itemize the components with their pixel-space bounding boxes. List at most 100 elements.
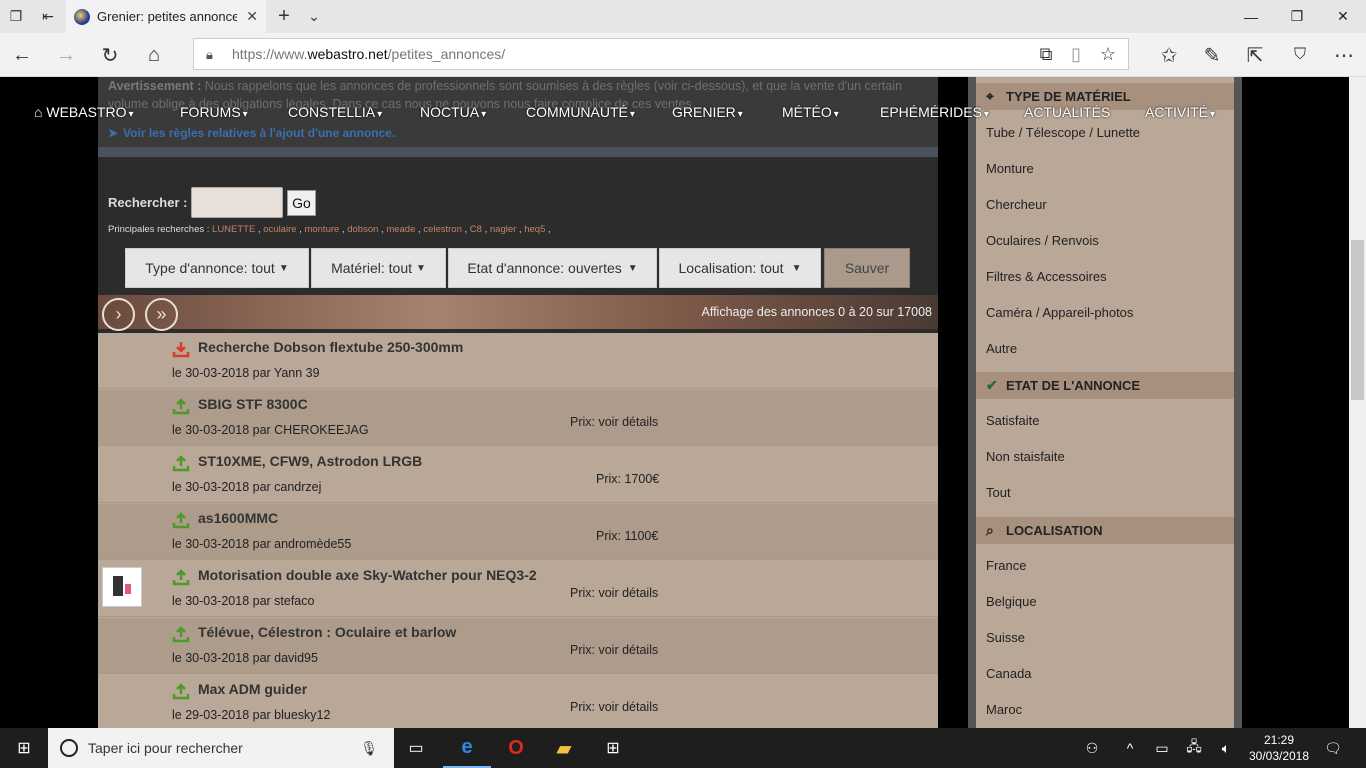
refresh-icon[interactable]: ↻ [88, 33, 132, 77]
listing-title[interactable]: Recherche Dobson flextube 250-300mm [198, 339, 463, 355]
materiel-filter-dropdown[interactable]: Matériel: tout ▼ [311, 248, 446, 288]
tab-manager-icon[interactable]: ❐ [0, 0, 32, 33]
etat-filter-dropdown[interactable]: Etat d'annonce: ouvertes ▼ [448, 248, 657, 288]
people-icon[interactable]: ⚇ [1080, 728, 1104, 768]
popular-search-link[interactable]: monture [304, 224, 339, 235]
windows-start-icon[interactable]: ⊞ [0, 728, 48, 768]
type-filter-item[interactable]: Filtres & Accessoires [986, 269, 1107, 284]
network-icon[interactable]: 🖧︎ [1182, 728, 1206, 768]
close-tab-icon[interactable]: ✕ [246, 8, 258, 25]
nav-item-3[interactable]: NOCTUA ▾ [420, 104, 486, 120]
taskbar-search[interactable]: Taper ici pour rechercher 🎙︎ [48, 728, 394, 768]
popular-search-link[interactable]: dobson [347, 224, 378, 235]
listing-thumbnail[interactable] [102, 567, 142, 607]
favorite-star-icon[interactable]: ☆ [1092, 39, 1124, 69]
address-bar[interactable]: 🔒︎ https://www.webastro.net/petites_anno… [193, 38, 1129, 70]
scrollbar-thumb[interactable] [1351, 240, 1364, 400]
listing-title[interactable]: as1600MMC [198, 510, 278, 526]
new-tab-icon[interactable]: + [268, 0, 300, 33]
nav-item-5[interactable]: GRENIER ▾ [672, 104, 743, 120]
nav-item-7[interactable]: EPHÉMÉRIDES ▾ [880, 104, 989, 120]
opera-icon[interactable]: O [492, 728, 540, 768]
nav-item-6[interactable]: MÉTÉO ▾ [782, 104, 839, 120]
localisation-filter-item[interactable]: Canada [986, 666, 1032, 681]
nav-item-4[interactable]: COMMUNAUTÉ ▾ [526, 104, 635, 120]
nav-item-0[interactable]: ⌂ WEBASTRO ▾ [34, 104, 134, 120]
extension-icon[interactable]: ⧉ [1030, 39, 1062, 69]
etat-filter-item[interactable]: Satisfaite [986, 413, 1039, 428]
type-filter-item[interactable]: Caméra / Appareil-photos [986, 305, 1133, 320]
system-clock[interactable]: 21:29 30/03/2018 [1248, 732, 1310, 764]
caret-down-icon: ▾ [833, 109, 839, 120]
set-tabs-aside-icon[interactable]: ⇤ [32, 0, 64, 33]
listing-title[interactable]: SBIG STF 8300C [198, 396, 308, 412]
listing-title[interactable]: ST10XME, CFW9, Astrodon LRGB [198, 453, 422, 469]
popular-search-link[interactable]: C8 [470, 224, 482, 235]
listing-row[interactable]: Motorisation double axe Sky-Watcher pour… [98, 561, 938, 617]
last-page-icon[interactable]: » [145, 298, 178, 331]
forward-icon[interactable]: → [44, 33, 88, 77]
web-note-icon[interactable]: ✎ [1190, 33, 1234, 77]
listing-row[interactable]: SBIG STF 8300C le 30-03-2018 par CHEROKEE… [98, 390, 938, 446]
listing-title[interactable]: Télévue, Célestron : Oculaire et barlow [198, 624, 456, 640]
task-view-icon[interactable]: ▭ [392, 728, 440, 768]
nav-item-2[interactable]: CONSTELLIA ▾ [288, 104, 382, 120]
edge-icon[interactable]: e [443, 728, 491, 768]
popular-search-link[interactable]: nagler [490, 224, 516, 235]
popular-search-link[interactable]: meade [386, 224, 415, 235]
browser-tab[interactable]: Grenier: petites annonce ✕ [66, 0, 266, 33]
microphone-icon[interactable]: 🎙︎ [360, 740, 378, 757]
search-input[interactable] [191, 187, 283, 218]
file-explorer-icon[interactable]: ▰ [540, 728, 588, 768]
volume-icon[interactable]: 🔈︎ [1214, 728, 1238, 768]
localisation-filter-item[interactable]: Suisse [986, 630, 1025, 645]
favorites-hub-icon[interactable]: ✩ [1147, 33, 1191, 77]
type-filter-dropdown[interactable]: Type d'annonce: tout ▼ [125, 248, 309, 288]
nav-item-8[interactable]: ACTUALITÉS [1024, 104, 1112, 120]
page-scrollbar[interactable] [1349, 77, 1366, 728]
popular-search-link[interactable]: heq5 [524, 224, 545, 235]
listing-title[interactable]: Max ADM guider [198, 681, 307, 697]
listing-title[interactable]: Motorisation double axe Sky-Watcher pour… [198, 567, 537, 583]
listing-row[interactable]: as1600MMC le 30-03-2018 par andromède55 Pr… [98, 504, 938, 560]
minimize-icon[interactable]: — [1228, 0, 1274, 33]
back-icon[interactable]: ← [0, 33, 44, 77]
popular-search-link[interactable]: oculaire [263, 224, 296, 235]
home-icon[interactable]: ⌂ [132, 33, 176, 77]
type-filter-item[interactable]: Oculaires / Renvois [986, 233, 1099, 248]
etat-filter-item[interactable]: Non staisfaite [986, 449, 1065, 464]
nav-item-9[interactable]: ACTIVITÉ ▾ [1145, 104, 1215, 120]
caret-down-icon: ▼ [627, 262, 638, 274]
action-center-icon[interactable]: 🗨︎ [1318, 728, 1348, 768]
battery-icon[interactable]: ▭ [1150, 728, 1174, 768]
tab-title: Grenier: petites annonce [97, 9, 237, 24]
type-filter-item[interactable]: Autre [986, 341, 1017, 356]
localisation-filter-item[interactable]: Belgique [986, 594, 1037, 609]
type-filter-item[interactable]: Monture [986, 161, 1034, 176]
ublock-icon[interactable]: ⛉ [1278, 33, 1322, 77]
localisation-filter-item[interactable]: Maroc [986, 702, 1022, 717]
type-filter-item[interactable]: Tube / Télescope / Lunette [986, 125, 1140, 140]
listing-row[interactable]: ST10XME, CFW9, Astrodon LRGB le 30-03-201… [98, 447, 938, 503]
localisation-filter-item[interactable]: France [986, 558, 1026, 573]
next-page-icon[interactable]: › [102, 298, 135, 331]
etat-filter-item[interactable]: Tout [986, 485, 1011, 500]
listing-row[interactable]: Télévue, Célestron : Oculaire et barlow l… [98, 618, 938, 674]
type-filter-item[interactable]: Chercheur [986, 197, 1047, 212]
tab-preview-chevron-icon[interactable]: ⌄ [298, 0, 330, 33]
popular-search-link[interactable]: celestron [423, 224, 462, 235]
more-icon[interactable]: ⋯ [1322, 33, 1366, 77]
save-button[interactable]: Sauver [824, 248, 910, 288]
go-button[interactable]: Go [287, 190, 316, 216]
store-icon[interactable]: ⊞ [589, 728, 637, 768]
popular-search-link[interactable]: LUNETTE [212, 224, 255, 235]
localisation-filter-dropdown[interactable]: Localisation: tout ▼ [659, 248, 821, 288]
share-icon[interactable]: ⇱ [1233, 33, 1277, 77]
restore-icon[interactable]: ❐ [1274, 0, 1320, 33]
reading-view-icon[interactable]: ▯ [1060, 39, 1092, 69]
listing-row[interactable]: Recherche Dobson flextube 250-300mm le 30… [98, 333, 938, 389]
nav-item-1[interactable]: FORUMS ▾ [180, 104, 248, 120]
show-hidden-icons-icon[interactable]: ^ [1120, 728, 1140, 768]
listing-row[interactable]: Max ADM guider le 29-03-2018 par bluesky1… [98, 675, 938, 728]
close-window-icon[interactable]: ✕ [1320, 0, 1366, 33]
